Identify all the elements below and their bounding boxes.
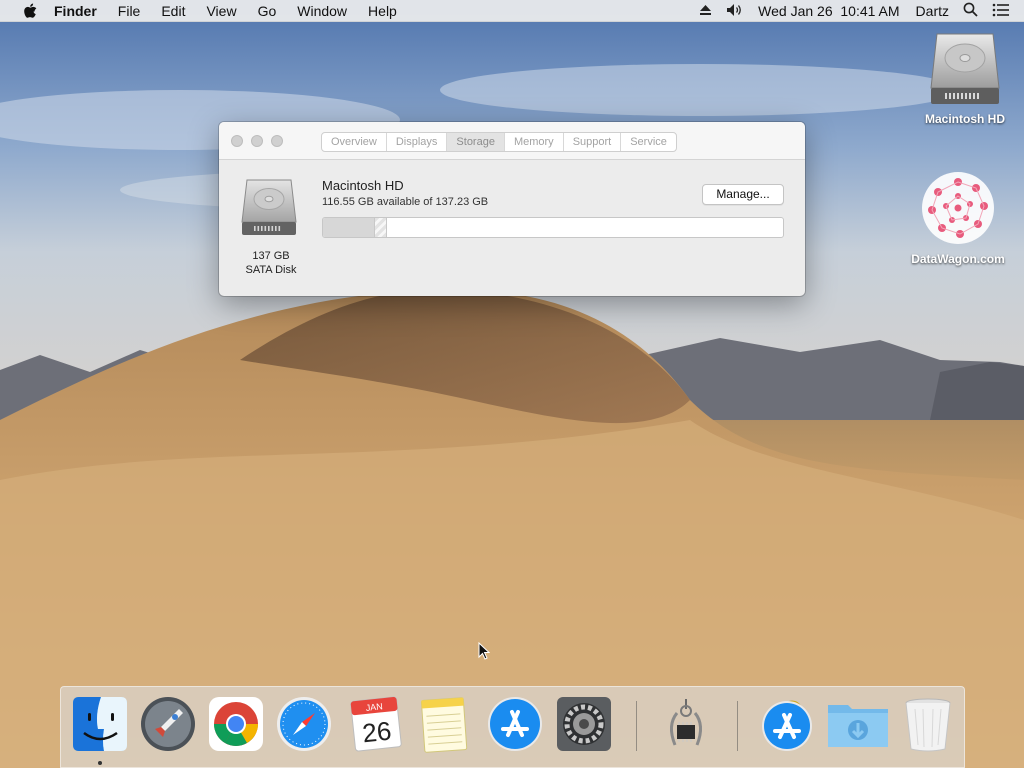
window-titlebar[interactable]: Overview Displays Storage Memory Support… xyxy=(219,122,805,160)
menu-window[interactable]: Window xyxy=(297,3,347,19)
menu-clock[interactable]: Wed Jan 26 10:41 AM xyxy=(758,3,899,19)
minimize-button[interactable] xyxy=(251,135,263,147)
datawagon-logo-icon xyxy=(903,168,1013,248)
hard-drive-icon xyxy=(910,30,1020,108)
close-button[interactable] xyxy=(231,135,243,147)
tab-service[interactable]: Service xyxy=(621,133,676,151)
menu-edit[interactable]: Edit xyxy=(161,3,185,19)
disk-type: SATA Disk xyxy=(245,264,297,276)
volume-available: 116.55 GB available of 137.23 GB xyxy=(322,196,489,208)
desktop-icon-datawagon[interactable]: DataWagon.com xyxy=(903,168,1013,266)
storage-used-segment xyxy=(323,218,374,237)
disk-size: 137 GB xyxy=(252,250,290,262)
disk-drive-icon xyxy=(239,177,299,244)
storage-usage-bar xyxy=(322,217,784,238)
spotlight-search-icon[interactable] xyxy=(963,2,978,20)
desktop-icon-macintosh-hd[interactable]: Macintosh HD xyxy=(910,30,1020,126)
tab-displays[interactable]: Displays xyxy=(387,133,448,151)
zoom-button[interactable] xyxy=(271,135,283,147)
finder-icon[interactable] xyxy=(71,695,129,753)
menu-bar: Finder File Edit View Go Window Help Wed… xyxy=(0,0,1024,22)
dock: JAN 26 xyxy=(60,686,965,768)
tab-storage[interactable]: Storage xyxy=(447,133,505,151)
eject-icon[interactable] xyxy=(699,3,712,19)
menu-help[interactable]: Help xyxy=(368,3,397,19)
running-indicator xyxy=(98,761,102,765)
chrome-icon[interactable] xyxy=(207,695,265,753)
safari-icon[interactable] xyxy=(275,695,333,753)
apple-menu-icon[interactable] xyxy=(20,3,40,19)
tab-overview[interactable]: Overview xyxy=(322,133,387,151)
mouse-pointer-icon xyxy=(478,641,491,665)
menu-file[interactable]: File xyxy=(118,3,141,19)
notification-center-icon[interactable] xyxy=(992,3,1010,20)
volume-name: Macintosh HD xyxy=(322,178,404,193)
manage-button[interactable]: Manage... xyxy=(702,184,784,205)
trash-icon[interactable] xyxy=(899,695,957,753)
downloads-folder-icon[interactable] xyxy=(826,695,888,753)
desktop-icon-label: Macintosh HD xyxy=(924,112,1005,126)
menu-app-name[interactable]: Finder xyxy=(54,3,97,19)
dock-separator xyxy=(737,701,738,751)
menu-user[interactable]: Dartz xyxy=(916,3,949,19)
dock-separator xyxy=(636,701,637,751)
system-preferences-icon[interactable] xyxy=(555,695,613,753)
system-information-icon[interactable] xyxy=(657,695,715,753)
menu-go[interactable]: Go xyxy=(258,3,277,19)
launchpad-icon[interactable] xyxy=(139,695,197,753)
app-store-icon[interactable] xyxy=(486,695,544,753)
volume-icon[interactable] xyxy=(726,3,744,20)
app-store-downloads-icon[interactable] xyxy=(758,695,816,753)
notes-icon[interactable] xyxy=(415,695,473,753)
tab-support[interactable]: Support xyxy=(564,133,622,151)
desktop-icon-label: DataWagon.com xyxy=(911,252,1005,266)
disk-caption: 137 GB SATA Disk xyxy=(235,249,307,277)
calendar-day: 26 xyxy=(361,716,393,749)
desktop-wallpaper xyxy=(0,0,1024,768)
about-this-mac-window: Overview Displays Storage Memory Support… xyxy=(219,122,805,296)
menu-view[interactable]: View xyxy=(206,3,236,19)
storage-other-segment xyxy=(373,218,388,237)
calendar-month: JAN xyxy=(365,701,383,713)
calendar-icon[interactable]: JAN 26 xyxy=(347,695,405,753)
tab-memory[interactable]: Memory xyxy=(505,133,564,151)
tab-bar: Overview Displays Storage Memory Support… xyxy=(321,132,677,152)
